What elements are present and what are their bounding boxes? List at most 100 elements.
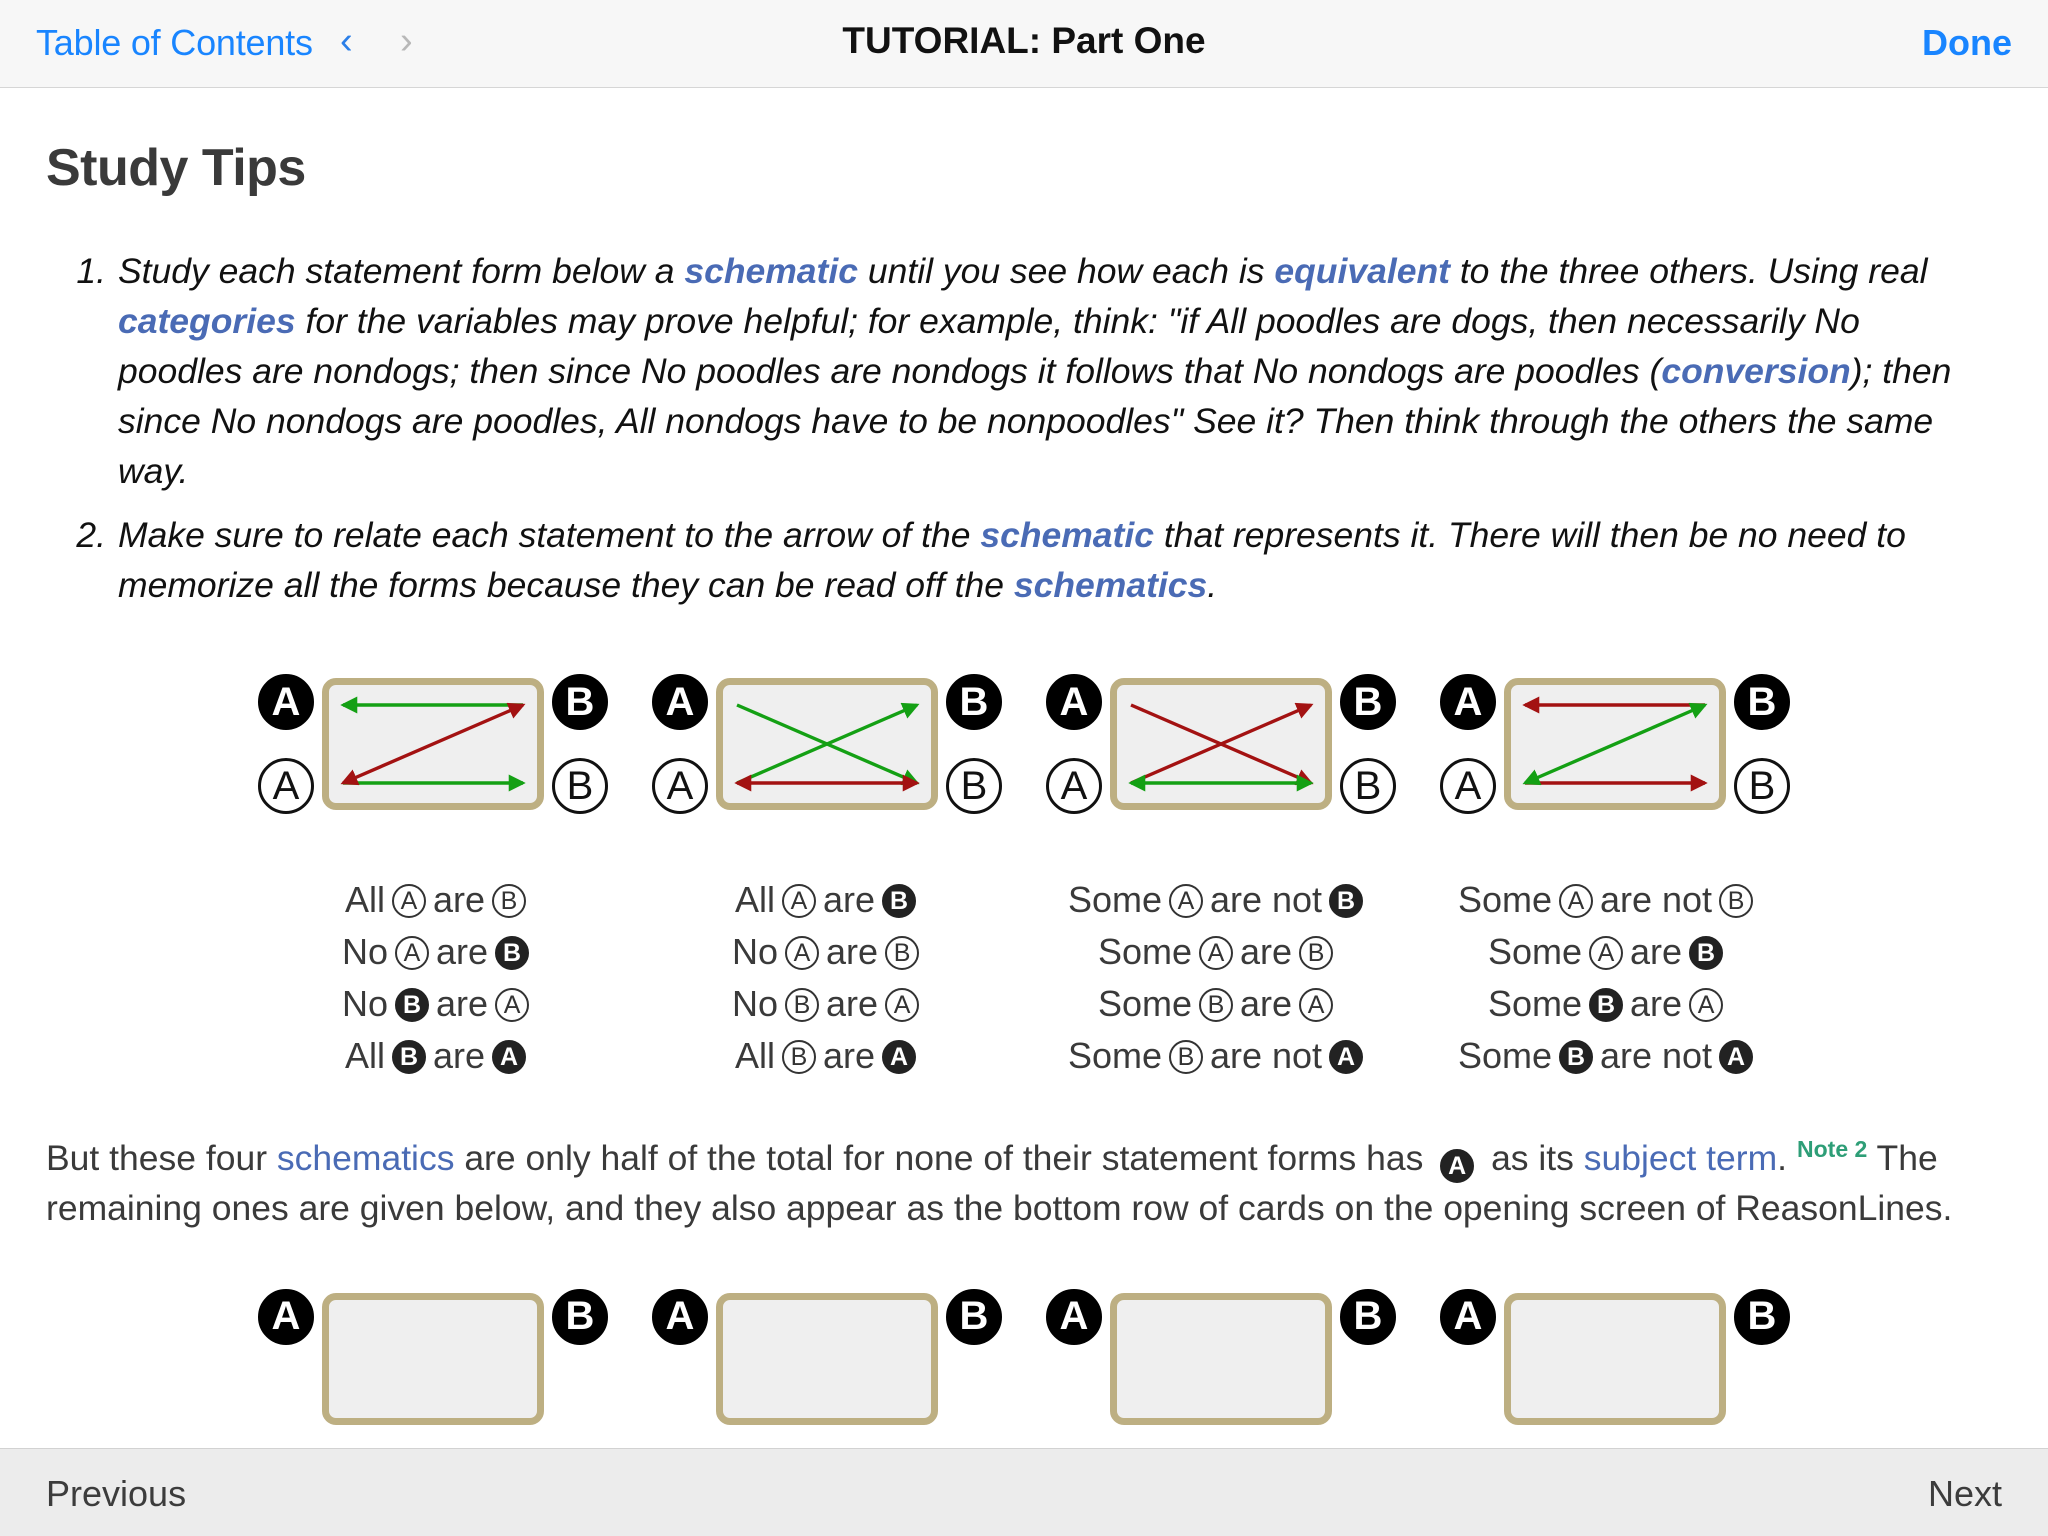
term-token-a-filled: A [1440,1148,1475,1183]
bottom-schematic-4[interactable]: AB [1432,1288,1798,1429]
term-token-a-open: A [391,884,426,918]
glossary-link-schematic[interactable]: schematic [684,251,858,291]
glossary-link-schematic[interactable]: schematic [980,515,1154,555]
statement-forms-column-4: Some Aare not B Some Aare B Some Bare A Some Bare … [1414,874,1804,1082]
statement-form-line: No Bare A [732,978,926,1030]
glossary-link-categories[interactable]: categories [118,301,296,341]
bottom-schematic-4-card[interactable] [1504,1292,1726,1425]
schematic-1-left-tokens: AA [258,674,314,814]
bottom-schematic-2-left-tokens: A [652,1288,708,1429]
top-navigation-bar: Table of Contents ‹ › TUTORIAL: Part One… [0,0,2048,88]
schematic-2-left-tokens: AA [652,674,708,814]
study-tips-list: Study each statement form below a schema… [0,246,2048,610]
statement-form-line: Some Aare B [1098,926,1340,978]
bottom-schematic-1-left-tokens: A [258,1288,314,1429]
term-token-b-filled: B [1589,988,1623,1022]
term-token-a-filled: A [1440,674,1496,730]
statement-form-line: Some Bare not A [1068,1030,1370,1082]
statement-form-line: Some Aare B [1488,926,1730,978]
bottom-schematic-1[interactable]: AB [250,1288,616,1429]
statement-form-line: No Bare A [342,978,536,1030]
tutorial-content-scroll-area[interactable]: Study Tips Study each statement form bel… [0,88,2048,1448]
term-token-a-filled: A [1046,1288,1102,1345]
statement-form-line: Some Aare not B [1068,874,1370,926]
statement-forms-column-2: All Aare B No Aare B No Bare A All Bare A [634,874,1024,1082]
schematics-row-top: AABBAABBAABBAABB [0,644,2048,844]
term-token-a-open: A [1589,936,1623,970]
term-token-a-open: A [1046,758,1102,814]
done-button[interactable]: Done [1922,22,2012,64]
term-token-b-open: B [492,884,527,918]
term-token-a-filled: A [1329,1040,1364,1074]
term-token-b-open: B [1199,988,1233,1022]
schematic-3[interactable]: AA BB [1038,674,1404,814]
glossary-link-schematics[interactable]: schematics [1014,565,1207,605]
bottom-schematic-3-card[interactable] [1110,1292,1332,1425]
statement-form-line: All Bare A [735,1030,923,1082]
term-token-b-filled: B [946,1288,1002,1345]
term-token-a-open: A [1168,884,1203,918]
term-token-b-open: B [1168,1040,1203,1074]
term-token-b-filled: B [1734,674,1790,730]
term-token-b-open: B [1299,936,1334,970]
term-token-a-filled: A [652,1288,708,1345]
closing-paragraph: But these four schematics are only half … [46,1136,1953,1228]
bottom-toolbar: Previous Next [0,1448,2048,1536]
term-token-b-open: B [552,758,608,814]
arrow-diagonal-up-both [340,702,526,786]
schematic-2-card[interactable] [716,678,938,810]
previous-button[interactable]: Previous [46,1473,186,1515]
term-token-b-filled: B [1734,1288,1790,1345]
schematic-4-card[interactable] [1504,678,1726,810]
glossary-link-subject-term[interactable]: subject term [1584,1138,1777,1178]
bottom-schematic-2-right-tokens: B [946,1288,1002,1429]
schematic-1[interactable]: AA BB [250,674,616,814]
term-token-b-filled: B [1558,1040,1593,1074]
statement-form-line: All Bare A [345,1030,533,1082]
schematic-2[interactable]: AA BB [644,674,1010,814]
term-token-a-filled: A [652,674,708,730]
schematic-4[interactable]: AA BB [1432,674,1798,814]
term-token-b-open: B [1340,758,1396,814]
term-token-b-open: B [781,1040,816,1074]
next-button[interactable]: Next [1928,1473,2002,1515]
page-title: Study Tips [46,139,306,197]
schematic-4-right-tokens: BB [1734,674,1790,814]
term-token-a-filled: A [258,674,314,730]
term-token-a-open: A [1558,884,1593,918]
term-token-a-filled: A [1046,674,1102,730]
term-token-b-filled: B [1689,936,1724,970]
arrow-diagonal-up-both [1522,702,1708,786]
statement-form-line: No Aare B [732,926,926,978]
page-header-title: TUTORIAL: Part One [842,20,1206,61]
term-token-b-filled: B [1329,884,1364,918]
term-token-a-open: A [885,988,920,1022]
statement-forms-column-1: All Aare B No Aare B No Bare A All Bare A [244,874,634,1082]
term-token-a-open: A [652,758,708,814]
bottom-schematic-2-card[interactable] [716,1292,938,1425]
schematic-1-card[interactable] [322,678,544,810]
term-token-b-open: B [785,988,819,1022]
term-token-b-filled: B [946,674,1002,730]
bottom-schematic-2[interactable]: AB [644,1288,1010,1429]
term-token-b-filled: B [391,1040,426,1074]
term-token-a-open: A [781,884,816,918]
statement-forms-column-3: Some Aare not B Some Aare B Some Bare A Some Bare … [1024,874,1414,1082]
glossary-link-conversion[interactable]: conversion [1661,351,1850,391]
term-token-a-filled: A [258,1288,314,1345]
statement-form-line: Some Bare not A [1458,1030,1760,1082]
statement-form-line: Some Aare not B [1458,874,1760,926]
schematic-3-card[interactable] [1110,678,1332,810]
bottom-schematic-3[interactable]: AB [1038,1288,1404,1429]
glossary-link-schematics[interactable]: schematics [277,1138,455,1178]
term-token-a-filled: A [1440,1288,1496,1345]
term-token-a-open: A [1299,988,1334,1022]
bottom-schematic-3-right-tokens: B [1340,1288,1396,1429]
bottom-schematic-1-card[interactable] [322,1292,544,1425]
study-tip-item-2: Make sure to relate each statement to th… [66,510,1906,605]
glossary-link-equivalent[interactable]: equivalent [1274,251,1450,291]
note-reference-link[interactable]: Note 2 [1797,1136,1867,1162]
schematic-4-left-tokens: AA [1440,674,1496,814]
bottom-schematic-1-right-tokens: B [552,1288,608,1429]
term-token-b-filled: B [552,674,608,730]
